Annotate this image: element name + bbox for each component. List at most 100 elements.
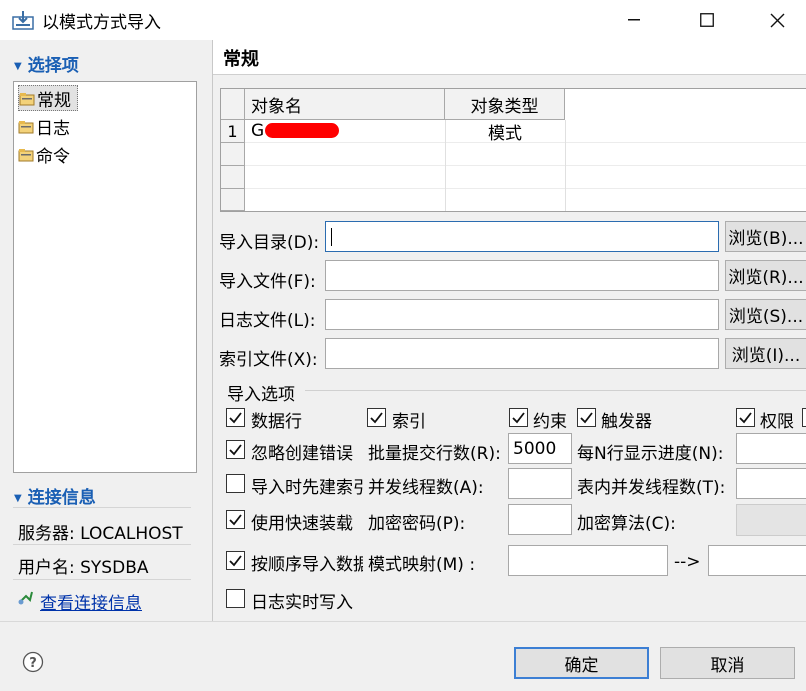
realtime-log-label[interactable]: 日志实时写入: [251, 588, 353, 613]
progress-every-n-input[interactable]: [736, 433, 806, 464]
tree-item-log[interactable]: 日志: [18, 113, 70, 139]
index-file-input[interactable]: [325, 338, 719, 369]
checkbox-fast-load[interactable]: [226, 510, 245, 529]
checkbox-index[interactable]: [367, 408, 386, 427]
trigger-label[interactable]: 触发器: [601, 407, 652, 432]
table-row[interactable]: [245, 143, 806, 166]
browse-file-button[interactable]: 浏览(R)...: [725, 260, 806, 291]
privilege-label[interactable]: 权限: [760, 407, 794, 432]
column-divider: [565, 120, 566, 211]
index-file-label: 索引文件(X):: [219, 350, 318, 370]
folder-icon: [18, 147, 34, 162]
parallel-threads-input[interactable]: [508, 468, 572, 499]
browse-index-button[interactable]: 浏览(I)...: [725, 338, 806, 369]
minimize-icon[interactable]: [611, 0, 657, 40]
browse-log-button[interactable]: 浏览(S)...: [725, 299, 806, 330]
redaction-mark: [265, 123, 339, 138]
tree-item-command[interactable]: 命令: [18, 141, 70, 167]
import-dir-input[interactable]: [325, 221, 719, 252]
close-icon[interactable]: [754, 0, 800, 40]
object-type-cell[interactable]: 模式: [445, 119, 565, 144]
select-section-header[interactable]: ▼ 选择项: [14, 51, 79, 76]
schema-map-label: 模式映射(M) :: [368, 555, 476, 575]
tree-item-general[interactable]: 常规: [18, 85, 78, 111]
ok-button[interactable]: 确定: [514, 647, 649, 679]
column-header-object-type[interactable]: 对象类型: [445, 89, 565, 120]
schema-map-target-input[interactable]: [708, 545, 806, 576]
folder-icon: [19, 91, 35, 106]
table-parallel-threads-input[interactable]: [736, 468, 806, 499]
text-cursor: [331, 228, 332, 246]
checkbox-constraint[interactable]: [509, 408, 528, 427]
checkbox-cutoff[interactable]: [802, 408, 806, 427]
maximize-icon[interactable]: [684, 0, 730, 40]
checkbox-data-rows[interactable]: [226, 408, 245, 427]
divider: [13, 544, 191, 545]
object-name-cell[interactable]: G: [245, 121, 445, 141]
window-title: 以模式方式导入: [42, 13, 161, 33]
connection-info-panel: ▼ 连接信息 服务器: LOCALHOST 用户名: SYSDBA 查看连接信息: [13, 478, 201, 618]
checkbox-prebuild-index[interactable]: [226, 474, 245, 493]
schema-map-source-input[interactable]: [508, 545, 668, 576]
log-file-input[interactable]: [325, 299, 719, 330]
ignore-errors-label[interactable]: 忽略创建错误: [251, 439, 359, 464]
index-label[interactable]: 索引: [392, 407, 426, 432]
checkbox-ignore-errors[interactable]: [226, 440, 245, 459]
right-pane: 常规 对象名 对象类型 1 G 模式 导入目录(D): 浏览(B)... 导入文…: [212, 40, 806, 621]
collapse-triangle-icon[interactable]: ▼: [14, 493, 22, 504]
checkbox-order-import[interactable]: [226, 551, 245, 570]
app-icon: [12, 10, 34, 30]
connection-section-header[interactable]: ▼ 连接信息: [14, 483, 96, 508]
title-bar: 以模式方式导入: [0, 0, 806, 40]
checkbox-privilege[interactable]: [736, 408, 755, 427]
encrypt-algorithm-label: 加密算法(C):: [577, 514, 676, 534]
import-dir-label: 导入目录(D):: [219, 233, 320, 253]
prebuild-index-label[interactable]: 导入时先建索引: [251, 473, 363, 498]
user-label: 用户名: SYSDBA: [18, 558, 149, 578]
folder-icon: [18, 119, 34, 134]
row-number[interactable]: [221, 143, 245, 166]
help-icon[interactable]: ?: [22, 651, 44, 678]
checkbox-realtime-log[interactable]: [226, 589, 245, 608]
table-row[interactable]: G 模式: [245, 119, 806, 144]
encrypt-algorithm-select[interactable]: [736, 504, 806, 536]
fast-load-label[interactable]: 使用快速装载: [251, 509, 359, 534]
collapse-triangle-icon[interactable]: ▼: [14, 61, 22, 72]
encrypt-password-label: 加密密码(P):: [368, 514, 466, 534]
page-title: 常规: [223, 49, 259, 70]
divider: [13, 507, 191, 508]
batch-commit-input[interactable]: 5000: [508, 433, 572, 464]
row-number[interactable]: 1: [221, 120, 245, 143]
column-divider: [445, 120, 446, 211]
options-group-title: 导入选项: [227, 385, 295, 405]
import-file-input[interactable]: [325, 260, 719, 291]
browse-dir-button[interactable]: 浏览(B)...: [725, 221, 806, 252]
view-connection-link[interactable]: 查看连接信息: [40, 589, 142, 614]
mapping-arrow: -->: [674, 552, 701, 572]
page-header: 常规: [213, 40, 806, 75]
log-file-label: 日志文件(L):: [219, 311, 316, 331]
row-number[interactable]: [221, 166, 245, 189]
row-number[interactable]: [221, 189, 245, 211]
progress-every-n-label: 每N行显示进度(N):: [577, 444, 724, 464]
divider: [13, 579, 191, 580]
cancel-button[interactable]: 取消: [660, 647, 795, 679]
object-table: 对象名 对象类型 1 G 模式: [220, 88, 806, 212]
server-label: 服务器: LOCALHOST: [18, 524, 183, 544]
table-row[interactable]: [245, 166, 806, 189]
options-tree: 常规 日志 命令: [13, 81, 197, 473]
batch-commit-label: 批量提交行数(R):: [368, 444, 501, 464]
column-header-object-name[interactable]: 对象名: [245, 89, 445, 120]
data-rows-label[interactable]: 数据行: [251, 407, 302, 432]
footer-divider: [0, 621, 806, 622]
encrypt-password-input[interactable]: [508, 504, 572, 535]
import-file-label: 导入文件(F):: [219, 272, 316, 292]
constraint-label[interactable]: 约束: [533, 407, 567, 432]
svg-text:?: ?: [29, 656, 37, 671]
checkbox-trigger[interactable]: [577, 408, 596, 427]
parallel-threads-label: 并发线程数(A):: [368, 478, 484, 498]
connection-icon: [17, 588, 35, 611]
order-import-label[interactable]: 按顺序导入数据: [251, 550, 363, 575]
table-parallel-threads-label: 表内并发线程数(T):: [577, 478, 726, 498]
group-border: [305, 390, 806, 391]
